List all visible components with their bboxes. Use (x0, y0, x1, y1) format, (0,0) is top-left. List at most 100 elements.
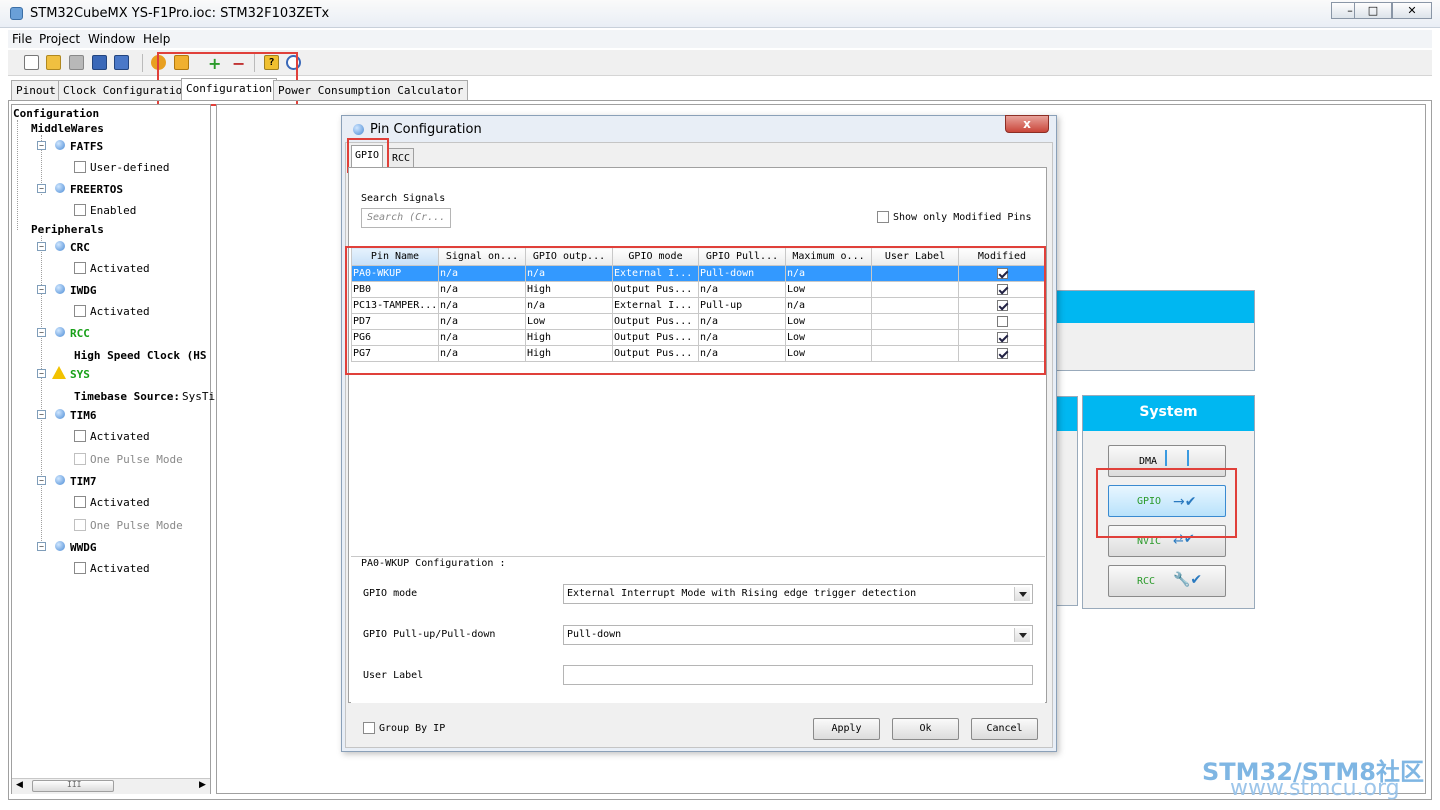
fatfs-user-defined-label: User-defined (90, 161, 170, 174)
tree-line (17, 120, 18, 230)
rcc-button-label: RCC (1137, 576, 1156, 587)
chevron-down-icon (1014, 628, 1030, 642)
expand-rcc[interactable]: − (37, 328, 46, 337)
gpio-pull-label: GPIO Pull-up/Pull-down (363, 629, 496, 640)
tree-freertos[interactable]: FREERTOS (70, 183, 123, 196)
tree-tim6[interactable]: TIM6 (70, 409, 97, 422)
tim6-activated-checkbox[interactable] (74, 430, 86, 442)
tim7-one-pulse-checkbox[interactable] (74, 519, 86, 531)
window-title: STM32CubeMX YS-F1Pro.ioc: STM32F103ZETx (30, 6, 330, 21)
new-project-icon[interactable] (24, 55, 39, 70)
expand-sys[interactable]: − (37, 369, 46, 378)
dialog-close-button[interactable]: x (1005, 115, 1049, 133)
chevron-down-icon (1014, 587, 1030, 601)
save-icon[interactable] (92, 55, 107, 70)
scroll-thumb-grip: III (67, 780, 82, 789)
expand-tim6[interactable]: − (37, 410, 46, 419)
expand-wwdg[interactable]: − (37, 542, 46, 551)
tim6-cube-icon (55, 409, 65, 419)
category-header-middleware (1050, 291, 1254, 323)
gpio-pull-select[interactable]: Pull-down (563, 625, 1033, 645)
menu-bar (8, 30, 1432, 48)
expand-tim7[interactable]: − (37, 476, 46, 485)
open-folder-icon[interactable] (46, 55, 61, 70)
tim7-one-pulse-label: One Pulse Mode (90, 519, 183, 532)
menu-window[interactable]: Window (88, 32, 135, 46)
fatfs-user-defined-checkbox[interactable] (74, 161, 86, 173)
fatfs-cube-icon (55, 140, 65, 150)
tim7-activated-checkbox[interactable] (74, 496, 86, 508)
sys-timebase-label: Timebase Source: (74, 390, 180, 403)
expand-iwdg[interactable]: − (37, 285, 46, 294)
expand-fatfs[interactable]: − (37, 141, 46, 150)
tree-rcc[interactable]: RCC (70, 327, 90, 340)
tree-fatfs[interactable]: FATFS (70, 140, 103, 153)
tab-rcc[interactable]: RCC (388, 148, 415, 168)
tree-sys[interactable]: SYS (70, 368, 90, 381)
tree-wwdg[interactable]: WWDG (70, 541, 97, 554)
maximize-button[interactable]: □ (1354, 2, 1392, 19)
user-label-label: User Label (363, 670, 424, 681)
rcc-cube-icon (55, 327, 65, 337)
toolbar-separator (142, 54, 143, 72)
wwdg-activated-checkbox[interactable] (74, 562, 86, 574)
tab-configuration[interactable]: Configuration (181, 78, 278, 101)
tab-clock-configuration[interactable]: Clock Configuration (58, 80, 194, 100)
tree-crc[interactable]: CRC (70, 241, 90, 254)
rcc-high-speed-clock[interactable]: High Speed Clock (HS (74, 349, 206, 362)
expand-crc[interactable]: − (37, 242, 46, 251)
user-label-input[interactable] (563, 665, 1033, 685)
config-section-title: PA0-WKUP Configuration : (361, 558, 506, 569)
sys-timebase-value[interactable]: SysTi (182, 390, 215, 403)
crc-activated-checkbox[interactable] (74, 262, 86, 274)
wwdg-activated-label: Activated (90, 562, 150, 575)
group-by-ip-label: Group By IP (379, 723, 446, 734)
dialog-app-icon (353, 124, 364, 135)
close-window-button[interactable]: ✕ (1392, 2, 1432, 19)
tim6-one-pulse-checkbox[interactable] (74, 453, 86, 465)
dma-button-label: DMA (1139, 456, 1158, 467)
wwdg-cube-icon (55, 541, 65, 551)
expand-freertos[interactable]: − (37, 184, 46, 193)
iwdg-activated-label: Activated (90, 305, 150, 318)
iwdg-activated-checkbox[interactable] (74, 305, 86, 317)
tree-middlewares[interactable]: MiddleWares (31, 122, 104, 135)
scroll-right-icon[interactable]: ▶ (199, 780, 206, 790)
save-as-icon[interactable] (114, 55, 129, 70)
apply-button[interactable]: Apply (813, 718, 880, 740)
tab-pinout[interactable]: Pinout (11, 80, 61, 100)
system-category-header: System (1083, 396, 1254, 431)
tree-iwdg[interactable]: IWDG (70, 284, 97, 297)
gpio-pull-value: Pull-down (567, 629, 622, 640)
pin-table-highlight-box (345, 246, 1046, 375)
copy-icon[interactable] (69, 55, 84, 70)
wrench-icon: 🔧✔ (1173, 572, 1203, 588)
app-icon (10, 7, 23, 20)
gpio-highlight-box (1096, 468, 1237, 538)
crc-cube-icon (55, 241, 65, 251)
tim7-cube-icon (55, 475, 65, 485)
search-signals-input[interactable]: Search (Cr... (361, 208, 451, 228)
watermark-url: www.stmcu.org (1230, 776, 1400, 801)
tree-root-configuration: Configuration (13, 107, 100, 120)
tab-power-consumption-calculator[interactable]: Power Consumption Calculator (273, 80, 469, 100)
rcc-button[interactable]: RCC 🔧✔ (1108, 565, 1226, 597)
scroll-left-icon[interactable]: ◀ (16, 780, 23, 790)
cancel-button[interactable]: Cancel (971, 718, 1038, 740)
menu-project[interactable]: Project (39, 32, 80, 46)
show-modified-checkbox[interactable] (877, 211, 889, 223)
freertos-enabled-label: Enabled (90, 204, 137, 217)
gpio-mode-select[interactable]: External Interrupt Mode with Rising edge… (563, 584, 1033, 604)
tree-scroll-thumb[interactable]: III (32, 780, 114, 792)
menu-file[interactable]: File (12, 32, 32, 46)
dma-icon (1165, 450, 1189, 466)
tree-peripherals[interactable]: Peripherals (31, 223, 104, 236)
tree-tim7[interactable]: TIM7 (70, 475, 97, 488)
group-by-ip-checkbox[interactable] (363, 722, 375, 734)
ok-button[interactable]: Ok (892, 718, 959, 740)
gpio-mode-label: GPIO mode (363, 588, 418, 599)
menu-help[interactable]: Help (143, 32, 170, 46)
show-modified-label: Show only Modified Pins (893, 212, 1032, 223)
freertos-enabled-checkbox[interactable] (74, 204, 86, 216)
tree-line (41, 236, 42, 551)
